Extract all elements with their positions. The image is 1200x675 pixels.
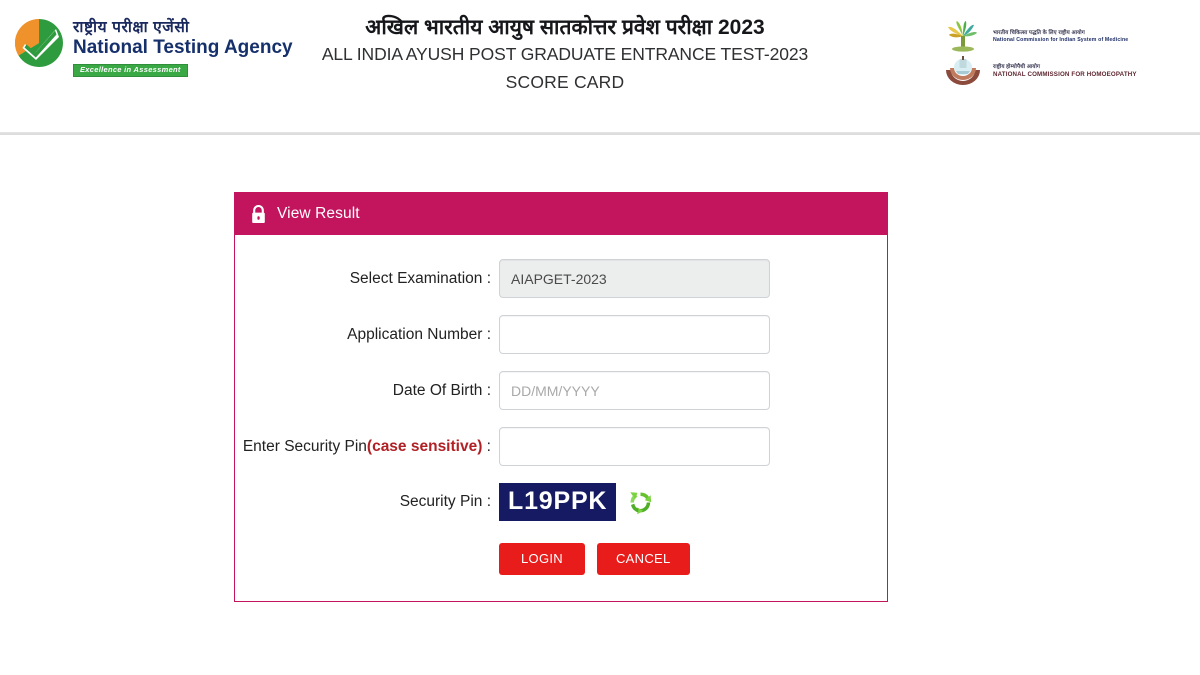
- ncism-english-text: National Commission for Indian System of…: [993, 36, 1129, 43]
- panel-title: View Result: [277, 205, 360, 222]
- nta-hindi-name: राष्ट्रीय परीक्षा एजेंसी: [73, 19, 190, 36]
- form-row-date-of-birth: Date Of Birth :: [235, 371, 887, 410]
- date-of-birth-input[interactable]: [499, 371, 770, 410]
- nch-logo: राष्ट्रीय होम्योपैथी आयोग NATIONAL COMMI…: [940, 55, 1190, 88]
- login-button[interactable]: LOGIN: [499, 543, 585, 575]
- refresh-icon[interactable]: [626, 488, 655, 517]
- header-divider: [0, 132, 1200, 135]
- lock-icon: [251, 204, 266, 224]
- form-row-captcha: Security Pin : L19PPK: [235, 483, 887, 521]
- nta-circular-logo-icon: [14, 18, 64, 68]
- label-application-number: Application Number :: [347, 325, 491, 343]
- commission-logos: भारतीय चिकित्सा पद्धति के लिए राष्ट्रीय …: [940, 20, 1190, 88]
- title-english-exam: ALL INDIA AYUSH POST GRADUATE ENTRANCE T…: [321, 44, 809, 65]
- label-date-of-birth: Date Of Birth :: [392, 381, 491, 399]
- label-select-examination: Select Examination :: [349, 269, 491, 287]
- panel-button-row: LOGIN CANCEL: [235, 543, 887, 575]
- title-english-score-card: SCORE CARD: [505, 72, 625, 93]
- nta-english-name: National Testing Agency: [73, 37, 293, 59]
- page-title: अखिल भारतीय आयुष सातकोत्तर प्रवेश परीक्ष…: [300, 14, 830, 96]
- label-enter-security-pin-main: Enter Security Pin: [242, 437, 367, 455]
- ncism-logo: भारतीय चिकित्सा पद्धति के लिए राष्ट्रीय …: [940, 20, 1190, 53]
- form-row-enter-security-pin: Enter Security Pin(case sensitive) :: [235, 427, 887, 466]
- label-case-sensitive: (case sensitive): [366, 437, 483, 455]
- application-number-input[interactable]: [499, 315, 770, 354]
- title-hindi: अखिल भारतीय आयुष सातकोत्तर प्रवेश परीक्ष…: [365, 16, 765, 39]
- form-row-select-examination: Select Examination :: [235, 259, 887, 298]
- ncism-emblem-icon: [940, 20, 986, 53]
- captcha-wrapper: L19PPK: [499, 483, 770, 521]
- form-row-application-number: Application Number :: [235, 315, 887, 354]
- label-enter-security-pin-colon: :: [482, 437, 491, 455]
- nch-english-text: NATIONAL COMMISSION FOR HOMOEOPATHY: [993, 71, 1137, 78]
- select-examination-input[interactable]: [499, 259, 770, 298]
- nta-logo: राष्ट्रीय परीक्षा एजेंसी National Testin…: [14, 18, 293, 78]
- button-group: LOGIN CANCEL: [499, 543, 690, 575]
- label-security-pin: Security Pin :: [399, 493, 491, 510]
- panel-body: Select Examination : Application Number …: [235, 235, 887, 601]
- label-enter-security-pin: Enter Security Pin(case sensitive) :: [235, 438, 499, 456]
- security-pin-input[interactable]: [499, 427, 770, 466]
- nta-tagline: Excellence in Assessment: [73, 64, 188, 78]
- nch-emblem-icon: [940, 55, 986, 88]
- ncism-hindi-text: भारतीय चिकित्सा पद्धति के लिए राष्ट्रीय …: [993, 29, 1085, 36]
- panel-header: View Result: [235, 193, 887, 235]
- nch-hindi-text: राष्ट्रीय होम्योपैथी आयोग: [993, 64, 1041, 71]
- page-header: राष्ट्रीय परीक्षा एजेंसी National Testin…: [0, 0, 1200, 135]
- view-result-panel: View Result Select Examination : Applica…: [234, 192, 888, 602]
- captcha-image: L19PPK: [499, 483, 617, 521]
- cancel-button[interactable]: CANCEL: [596, 543, 690, 575]
